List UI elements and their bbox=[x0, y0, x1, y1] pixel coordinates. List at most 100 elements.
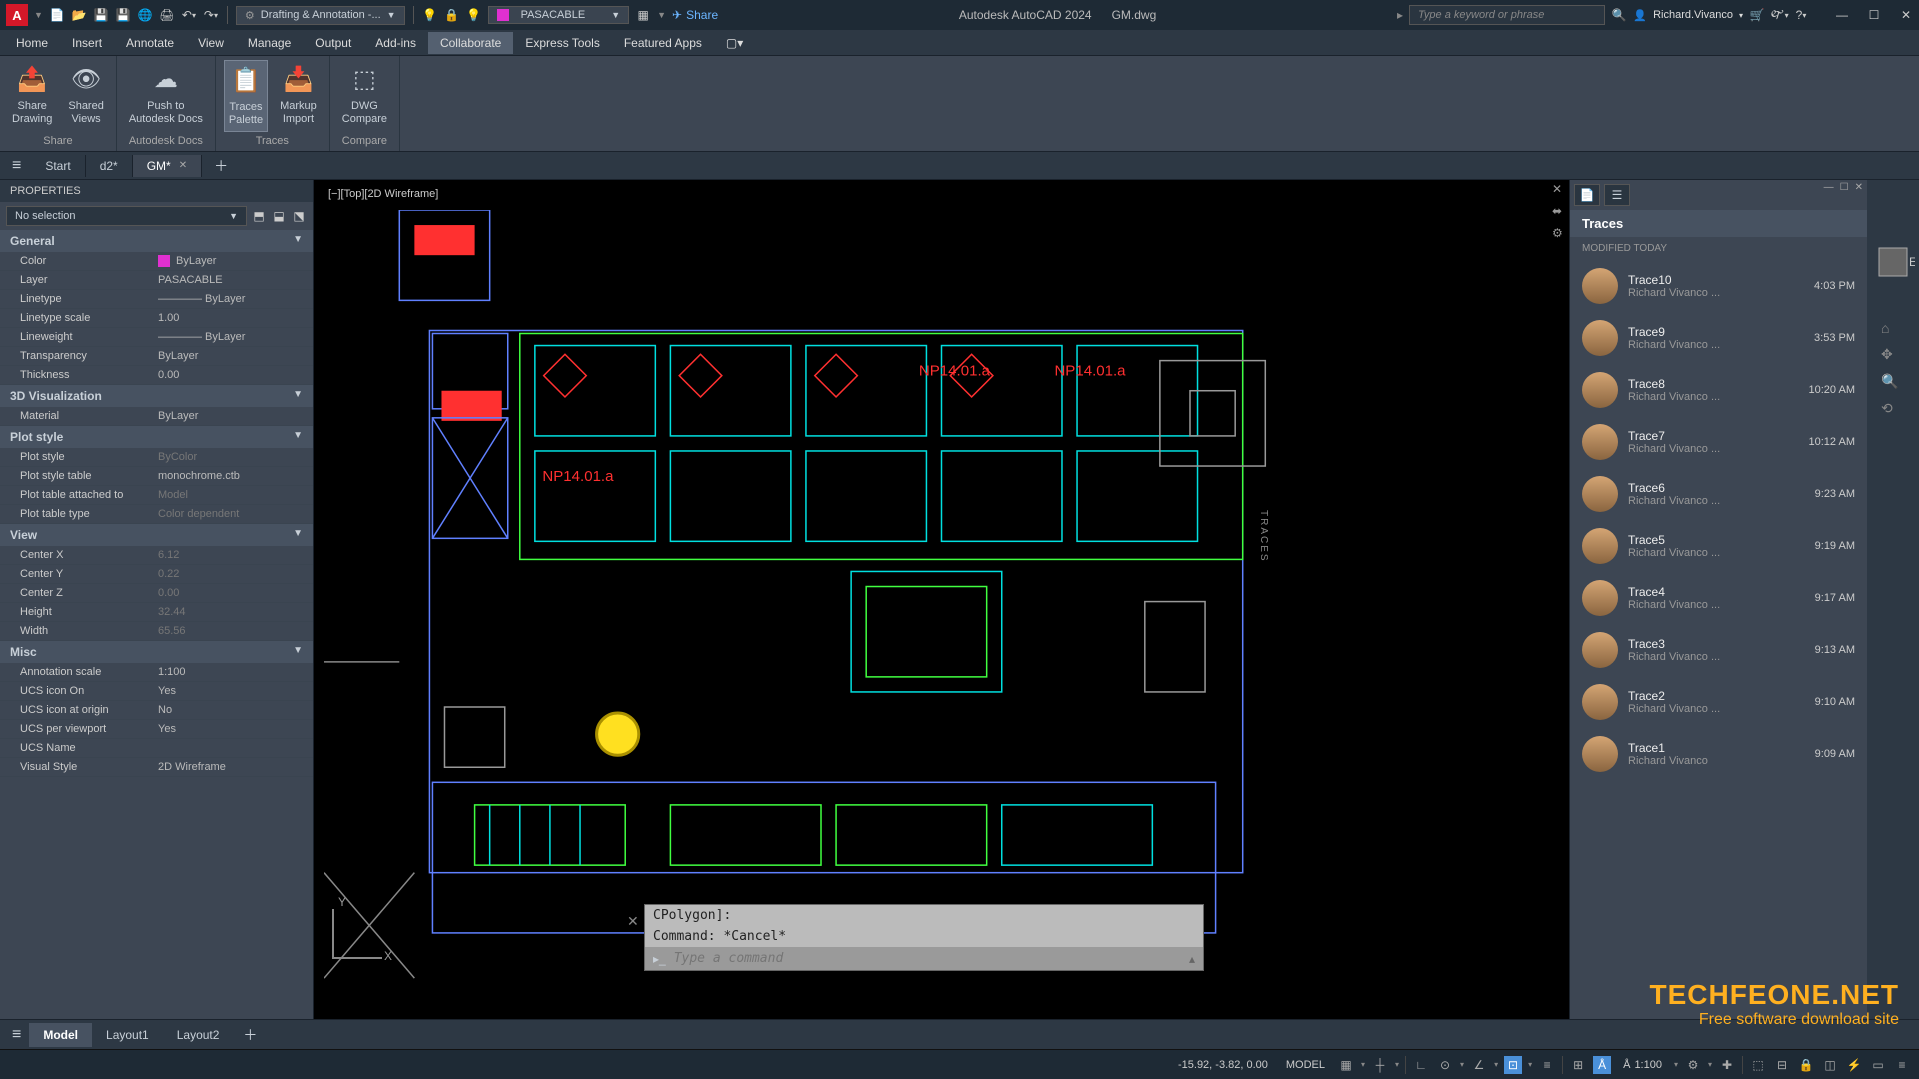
layout-tab-model[interactable]: Model bbox=[29, 1023, 92, 1047]
close-icon[interactable]: ✕ bbox=[179, 160, 187, 171]
prop-row[interactable]: Annotation scale1:100 bbox=[0, 663, 313, 682]
layer-dropdown[interactable]: PASACABLE ▼ bbox=[488, 6, 630, 24]
filetab-Start[interactable]: Start bbox=[31, 155, 85, 177]
iso2-toggle-icon[interactable]: ◫ bbox=[1821, 1056, 1839, 1074]
prop-row[interactable]: UCS icon OnYes bbox=[0, 682, 313, 701]
pim-icon[interactable]: ⬒ bbox=[251, 208, 267, 224]
menu-insert[interactable]: Insert bbox=[60, 32, 114, 54]
ribbon-dwg-compare[interactable]: ⬚DWGCompare bbox=[338, 60, 391, 130]
filetab-d2[interactable]: d2* bbox=[86, 155, 133, 177]
search-prev-icon[interactable]: ▸ bbox=[1397, 8, 1403, 22]
prop-row[interactable]: Linetype scale1.00 bbox=[0, 309, 313, 328]
ribbon-share-drawing[interactable]: 📤ShareDrawing bbox=[8, 60, 56, 130]
ws-toggle-icon[interactable]: ⚙ bbox=[1684, 1056, 1702, 1074]
minimize-button[interactable]: — bbox=[1835, 8, 1849, 22]
cmdline-chevron-icon[interactable]: ▴ bbox=[1189, 952, 1195, 966]
trace-item[interactable]: Trace6Richard Vivanco ...9:23 AM bbox=[1570, 468, 1867, 520]
lock-toggle-icon[interactable]: 🔒 bbox=[1797, 1056, 1815, 1074]
traces-tab-doc-icon[interactable]: 📄 bbox=[1574, 184, 1600, 206]
layout-tab-layout1[interactable]: Layout1 bbox=[92, 1023, 163, 1047]
open-icon[interactable]: 📂 bbox=[71, 7, 87, 23]
traces-tab-list-icon[interactable]: ☰ bbox=[1604, 184, 1630, 206]
panel-close-icon[interactable]: ✕ bbox=[1552, 182, 1563, 196]
ribbon-shared-views[interactable]: 👁SharedViews bbox=[64, 60, 107, 130]
prop-group-general[interactable]: General▼ bbox=[0, 230, 313, 252]
ribbon-markup-import[interactable]: 📥MarkupImport bbox=[276, 60, 321, 130]
prop-row[interactable]: Plot styleByColor bbox=[0, 448, 313, 467]
nav-orbit-icon[interactable]: ⟲ bbox=[1881, 400, 1898, 417]
anno-toggle-icon[interactable]: Å bbox=[1593, 1056, 1611, 1074]
help-icon[interactable]: ?▾ bbox=[1793, 7, 1809, 23]
lwt-toggle-icon[interactable]: ≡ bbox=[1538, 1056, 1556, 1074]
qp-toggle-icon[interactable]: ⊟ bbox=[1773, 1056, 1791, 1074]
trace-item[interactable]: Trace1Richard Vivanco9:09 AM bbox=[1570, 728, 1867, 780]
canvas[interactable]: [−][Top][2D Wireframe] bbox=[314, 180, 1569, 1019]
prop-row[interactable]: Center X6.12 bbox=[0, 546, 313, 565]
trace-item[interactable]: Trace2Richard Vivanco ...9:10 AM bbox=[1570, 676, 1867, 728]
menu-home[interactable]: Home bbox=[4, 32, 60, 54]
custom-toggle-icon[interactable]: ≡ bbox=[1893, 1056, 1911, 1074]
command-input[interactable] bbox=[674, 951, 1181, 966]
nav-zoom-icon[interactable]: 🔍 bbox=[1881, 373, 1898, 390]
add-tab-button[interactable]: ＋ bbox=[204, 152, 238, 180]
menu-collaborate[interactable]: Collaborate bbox=[428, 32, 513, 54]
web-icon[interactable]: 🌐 bbox=[137, 7, 153, 23]
trace-item[interactable]: Trace8Richard Vivanco ...10:20 AM bbox=[1570, 364, 1867, 416]
grid-toggle-icon[interactable]: ▦ bbox=[1337, 1056, 1355, 1074]
trace-item[interactable]: Trace10Richard Vivanco ...4:03 PM bbox=[1570, 260, 1867, 312]
app-icon[interactable]: 🙰▾ bbox=[1771, 7, 1787, 23]
menu-more-icon[interactable]: ▢▾ bbox=[714, 32, 755, 54]
menu-view[interactable]: View bbox=[186, 32, 236, 54]
layout-tab-layout2[interactable]: Layout2 bbox=[163, 1023, 234, 1047]
filetab-GM[interactable]: GM*✕ bbox=[133, 155, 202, 177]
undo-icon[interactable]: ↶▾ bbox=[181, 7, 197, 23]
cleanscr-toggle-icon[interactable]: ▭ bbox=[1869, 1056, 1887, 1074]
units-toggle-icon[interactable]: ⬚ bbox=[1749, 1056, 1767, 1074]
prop-row[interactable]: Plot style tablemonochrome.ctb bbox=[0, 467, 313, 486]
cmdline-close-icon[interactable]: ✕ bbox=[627, 913, 639, 930]
plot-icon[interactable]: 🖨 bbox=[159, 7, 175, 23]
prop-row[interactable]: Width65.56 bbox=[0, 622, 313, 641]
prop-row[interactable]: UCS per viewportYes bbox=[0, 720, 313, 739]
scale-button[interactable]: Å1:100 bbox=[1617, 1057, 1668, 1073]
prop-group-misc[interactable]: Misc▼ bbox=[0, 641, 313, 663]
panel-min-icon[interactable]: — bbox=[1824, 182, 1834, 193]
ortho-toggle-icon[interactable]: ∟ bbox=[1412, 1056, 1430, 1074]
add-layout-button[interactable]: ＋ bbox=[233, 1021, 267, 1049]
tpy-toggle-icon[interactable]: ⊞ bbox=[1569, 1056, 1587, 1074]
trace-item[interactable]: Trace4Richard Vivanco ...9:17 AM bbox=[1570, 572, 1867, 624]
hwaccel-toggle-icon[interactable]: ⚡ bbox=[1845, 1056, 1863, 1074]
grid-icon[interactable]: ▦ bbox=[635, 7, 651, 23]
prop-row[interactable]: Height32.44 bbox=[0, 603, 313, 622]
osnap-toggle-icon[interactable]: ⊡ bbox=[1504, 1056, 1522, 1074]
share-button[interactable]: ✈ Share bbox=[672, 8, 718, 22]
prop-row[interactable]: TransparencyByLayer bbox=[0, 347, 313, 366]
trace-item[interactable]: Trace7Richard Vivanco ...10:12 AM bbox=[1570, 416, 1867, 468]
prop-row[interactable]: Plot table attached toModel bbox=[0, 486, 313, 505]
filetab-menu-icon[interactable]: ≡ bbox=[4, 153, 29, 179]
search-input[interactable]: Type a keyword or phrase bbox=[1409, 5, 1605, 25]
close-button[interactable]: ✕ bbox=[1899, 8, 1913, 22]
viewport-label[interactable]: [−][Top][2D Wireframe] bbox=[328, 188, 438, 200]
nav-pan-icon[interactable]: ✥ bbox=[1881, 346, 1898, 363]
prop-row[interactable]: Visual Style2D Wireframe bbox=[0, 758, 313, 777]
prop-row[interactable]: Center Y0.22 bbox=[0, 565, 313, 584]
ribbon-traces-palette[interactable]: 📋TracesPalette bbox=[224, 60, 268, 132]
dropdown-icon[interactable]: ▼ bbox=[34, 10, 43, 20]
select-icon[interactable]: ⬔ bbox=[291, 208, 307, 224]
saveas-icon[interactable]: 💾 bbox=[115, 7, 131, 23]
panel-max-icon[interactable]: ☐ bbox=[1840, 182, 1849, 193]
selection-dropdown[interactable]: No selection ▼ bbox=[6, 206, 247, 226]
prop-row[interactable]: UCS icon at originNo bbox=[0, 701, 313, 720]
menu-express-tools[interactable]: Express Tools bbox=[513, 32, 611, 54]
iso-toggle-icon[interactable]: ∠ bbox=[1470, 1056, 1488, 1074]
prop-row[interactable]: MaterialByLayer bbox=[0, 407, 313, 426]
annmon-toggle-icon[interactable]: ✚ bbox=[1718, 1056, 1736, 1074]
viewcube[interactable]: E bbox=[1871, 240, 1915, 284]
qselect-icon[interactable]: ⬓ bbox=[271, 208, 287, 224]
prop-group-plot-style[interactable]: Plot style▼ bbox=[0, 426, 313, 448]
prop-row[interactable]: Linetype———— ByLayer bbox=[0, 290, 313, 309]
redo-icon[interactable]: ↷▾ bbox=[203, 7, 219, 23]
trace-item[interactable]: Trace5Richard Vivanco ...9:19 AM bbox=[1570, 520, 1867, 572]
menu-output[interactable]: Output bbox=[303, 32, 363, 54]
